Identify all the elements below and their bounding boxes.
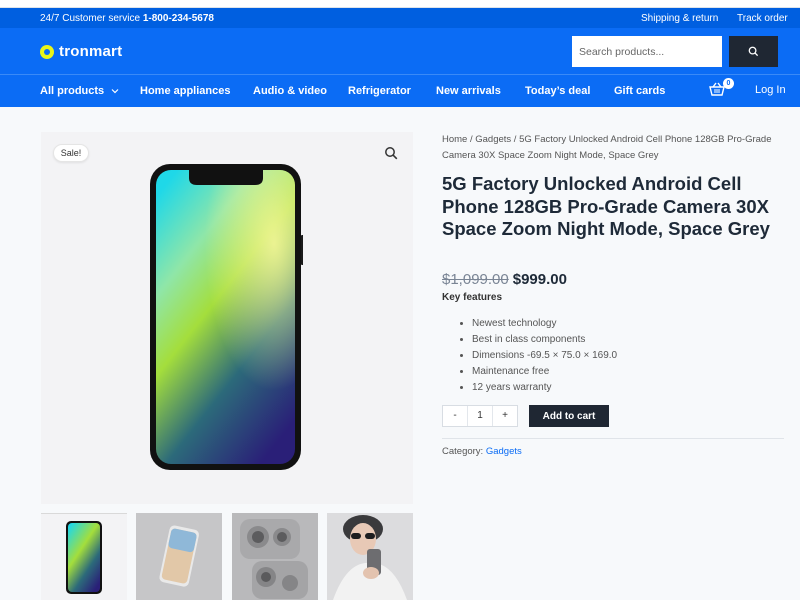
search-input[interactable] [572, 36, 722, 67]
search-icon [748, 46, 759, 57]
feature-item: Dimensions -69.5 × 75.0 × 169.0 [459, 349, 617, 365]
product-category: Category: Gadgets [442, 446, 522, 457]
quantity-stepper: - 1 + [442, 405, 518, 427]
feature-item: 12 years warranty [459, 381, 617, 397]
product-price: $1,099.00 $999.00 [442, 271, 567, 288]
thumbnail-4-model-image [327, 513, 413, 600]
customer-service-label: 24/7 Customer service [40, 12, 141, 24]
logo-mark-icon [40, 44, 54, 59]
product-title: 5G Factory Unlocked Android Cell Phone 1… [442, 173, 770, 239]
track-order-link[interactable]: Track order [737, 13, 788, 24]
thumbnail-2-phone-image [136, 513, 222, 600]
thumbnail-3[interactable] [232, 513, 318, 600]
site-header: tronmart [0, 28, 800, 74]
quantity-decrease-button[interactable]: - [443, 406, 467, 426]
nav-all-products[interactable]: All products [40, 85, 119, 97]
site-logo[interactable]: tronmart [40, 43, 122, 60]
nav-all-products-label: All products [40, 85, 105, 97]
thumbnail-1[interactable] [41, 513, 127, 600]
feature-item: Maintenance free [459, 365, 617, 381]
category-link[interactable]: Gadgets [486, 446, 522, 457]
customer-service-phone[interactable]: 1-800-234-5678 [143, 13, 214, 24]
key-features-list: Newest technology Best in class componen… [459, 317, 617, 397]
nav-audio-video[interactable]: Audio & video [253, 85, 327, 97]
key-features-heading: Key features [442, 292, 503, 303]
quantity-increase-button[interactable]: + [493, 406, 517, 426]
feature-item: Newest technology [459, 317, 617, 333]
original-price: $1,099.00 [442, 271, 509, 288]
thumbnail-4[interactable] [327, 513, 413, 600]
add-to-cart-button[interactable]: Add to cart [529, 405, 609, 427]
breadcrumb[interactable]: Home / Gadgets / 5G Factory Unlocked And… [442, 132, 787, 164]
thumbnail-strip [41, 513, 413, 600]
sale-badge: Sale! [53, 144, 89, 162]
nav-gift-cards[interactable]: Gift cards [614, 85, 665, 97]
chevron-down-icon [111, 89, 119, 94]
cart-count-badge: 0 [723, 78, 734, 89]
divider [442, 438, 784, 439]
quantity-input[interactable]: 1 [467, 406, 493, 426]
thumbnail-1-phone-image [66, 521, 102, 594]
category-label: Category: [442, 446, 484, 457]
nav-home-appliances[interactable]: Home appliances [140, 85, 230, 97]
cart-button[interactable]: 0 [709, 78, 734, 100]
shipping-return-link[interactable]: Shipping & return [641, 13, 718, 24]
info-bar: 24/7 Customer service 1-800-234-5678 Shi… [0, 8, 800, 28]
zoom-icon[interactable] [384, 146, 398, 160]
browser-top-strip [0, 0, 800, 8]
search-button[interactable] [729, 36, 778, 67]
product-main-image[interactable] [149, 163, 303, 471]
nav-new-arrivals[interactable]: New arrivals [436, 85, 501, 97]
login-link[interactable]: Log In [755, 84, 786, 96]
thumbnail-3-camera-image [232, 513, 318, 600]
product-gallery: Sale! [41, 132, 413, 504]
main-nav: All products Home appliances Audio & vid… [0, 74, 800, 107]
logo-text: tronmart [59, 43, 123, 60]
sale-price: $999.00 [512, 271, 567, 288]
feature-item: Best in class components [459, 333, 617, 349]
nav-todays-deal[interactable]: Today’s deal [525, 85, 590, 97]
customer-service: 24/7 Customer service 1-800-234-5678 [40, 13, 214, 24]
nav-refrigerator[interactable]: Refrigerator [348, 85, 411, 97]
thumbnail-2[interactable] [136, 513, 222, 600]
